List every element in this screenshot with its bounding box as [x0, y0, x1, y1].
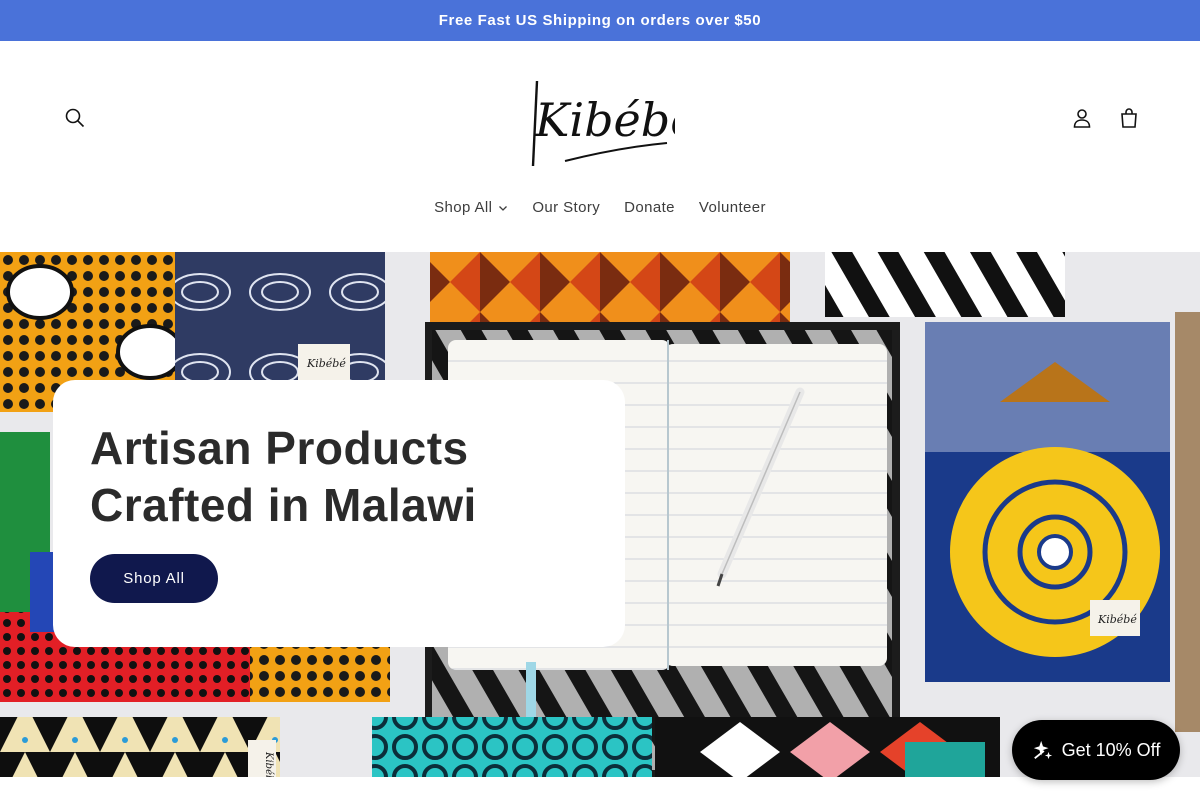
- nav-item-label: Donate: [624, 199, 675, 216]
- search-icon: [65, 108, 85, 128]
- nav-item-label: Shop All: [434, 199, 493, 216]
- chevron-down-icon: [499, 205, 508, 211]
- sparkle-icon: [1033, 740, 1052, 760]
- nav-item-our-story[interactable]: Our Story: [520, 189, 612, 226]
- logo-wordmark: Kibébé: [534, 93, 675, 147]
- fabric-tag-text: Kibébé: [1097, 613, 1137, 626]
- hero-banner: Kibébé Kibébé Kibébé Artisan Products Cr…: [0, 252, 1200, 777]
- hero-card: Artisan Products Crafted in Malawi Shop …: [53, 380, 625, 647]
- cart-button[interactable]: [1107, 96, 1151, 140]
- hero-heading: Artisan Products Crafted in Malawi: [90, 422, 477, 531]
- hero-shop-all-button[interactable]: Shop All: [90, 554, 218, 603]
- nav-item-label: Our Story: [532, 199, 601, 216]
- nav-item-label: Volunteer: [698, 199, 766, 216]
- fabric-tag-text: Kibébé: [263, 751, 274, 777]
- announcement-bar: Free Fast US Shipping on orders over $50: [0, 0, 1200, 41]
- account-icon: [1073, 109, 1091, 128]
- discount-label: Get 10% Off: [1061, 739, 1161, 760]
- kibebe-logo: Kibébé: [531, 80, 697, 167]
- cart-icon: [1121, 108, 1137, 128]
- nav-item-volunteer[interactable]: Volunteer: [687, 189, 778, 226]
- search-button[interactable]: [53, 96, 97, 140]
- announcement-text: Free Fast US Shipping on orders over $50: [438, 12, 762, 29]
- site-header: Kibébé Shop All Our Story Donate: [0, 41, 1200, 252]
- account-button[interactable]: [1060, 96, 1104, 140]
- fabric-tag-text: Kibébé: [306, 357, 346, 370]
- site-logo[interactable]: Kibébé: [525, 66, 697, 171]
- nav-item-shop-all[interactable]: Shop All: [422, 189, 520, 226]
- main-nav: Shop All Our Story Donate Volunteer: [0, 189, 1200, 226]
- nav-item-donate[interactable]: Donate: [612, 189, 687, 226]
- discount-widget-button[interactable]: Get 10% Off: [1012, 720, 1180, 780]
